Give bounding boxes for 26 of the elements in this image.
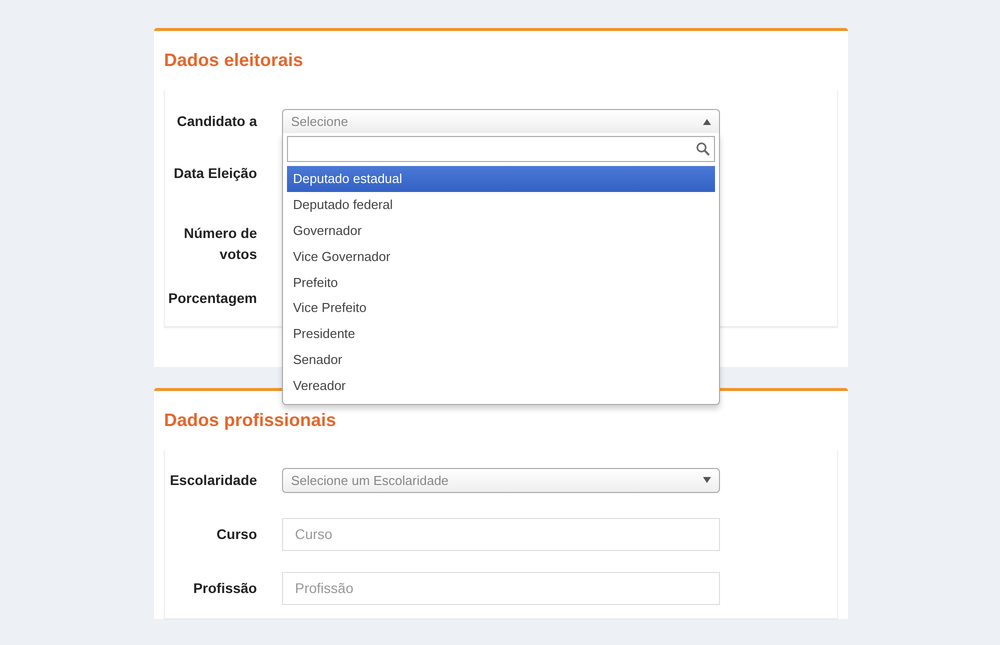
dropdown-option[interactable]: Deputado federal bbox=[287, 192, 715, 218]
dropdown-option[interactable]: Vereador bbox=[287, 372, 715, 398]
field-label: Porcentagem bbox=[167, 288, 257, 308]
field-label: Curso bbox=[216, 524, 257, 544]
caret-icon bbox=[703, 477, 711, 483]
dropdown-option[interactable]: Deputado estadual bbox=[287, 166, 715, 192]
field-label: Profissão bbox=[192, 578, 257, 598]
section-title: Dados profissionais bbox=[164, 409, 338, 432]
search-field[interactable] bbox=[287, 136, 715, 162]
search-icon bbox=[696, 142, 710, 156]
text-input[interactable]: Curso bbox=[282, 518, 720, 550]
caret-icon bbox=[703, 118, 711, 124]
section-title: Dados eleitorais bbox=[164, 49, 304, 72]
text-input[interactable]: Profissão bbox=[282, 572, 720, 604]
field-label: Candidato a bbox=[176, 112, 257, 131]
field-label: Número de votos bbox=[182, 224, 257, 264]
dropdown-option[interactable]: Presidente bbox=[287, 320, 715, 347]
dropdown-option[interactable]: Senador bbox=[287, 346, 715, 372]
select-placeholder: Selecione um Escolaridade bbox=[291, 472, 449, 488]
dropdown-option[interactable]: Prefeito bbox=[287, 269, 715, 295]
dropdown-option[interactable]: Vice Governador bbox=[287, 243, 715, 270]
select-placeholder: Selecione bbox=[291, 114, 348, 129]
dropdown-option[interactable]: Vice Prefeito bbox=[287, 294, 715, 321]
field-label: Escolaridade bbox=[168, 470, 257, 490]
field-label: Data Eleição bbox=[172, 164, 257, 183]
dropdown-option[interactable]: Governador bbox=[287, 218, 715, 244]
